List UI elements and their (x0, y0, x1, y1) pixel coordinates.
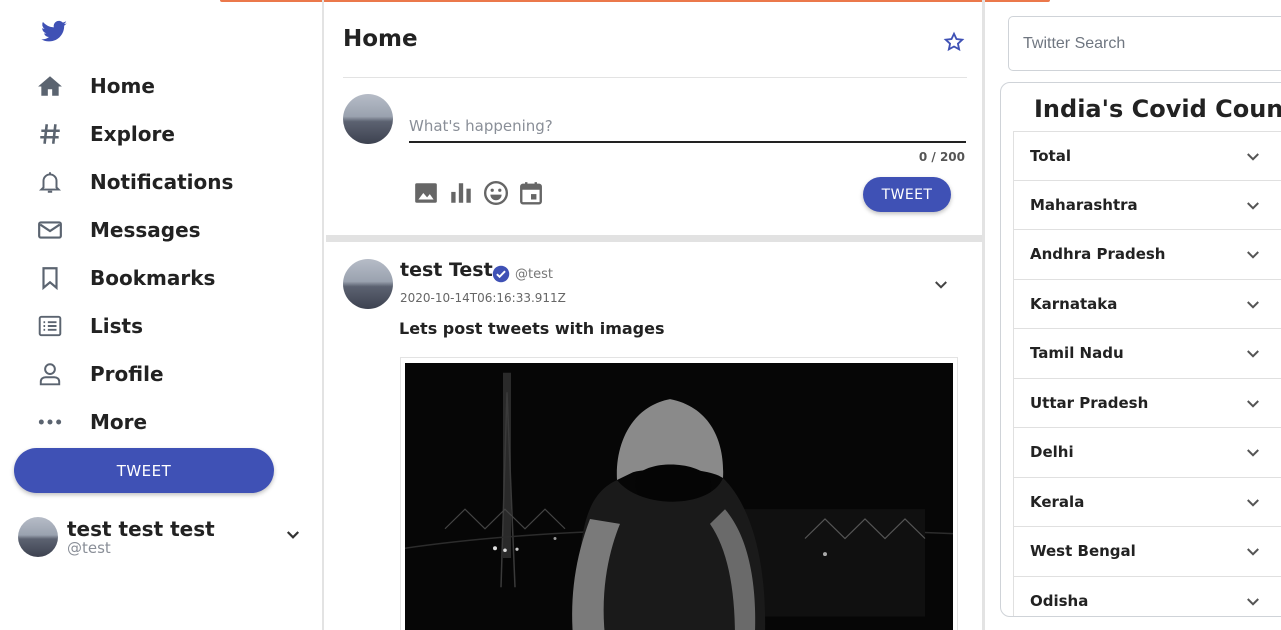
chevron-down-icon (1244, 148, 1262, 166)
feed-divider (326, 235, 982, 242)
bell-icon (36, 168, 64, 196)
tweet-author-name: test Test (400, 259, 493, 281)
calendar-icon[interactable] (517, 178, 544, 208)
bookmark-icon (36, 264, 64, 292)
main-nav: Home Explore Notifications Messages Book… (36, 62, 233, 446)
nav-item-more[interactable]: More (36, 398, 233, 446)
more-icon (36, 408, 64, 436)
home-feed: Home 0 / 200 TWEET test Test @test 2020-… (326, 0, 982, 630)
widget-title: India's Covid Count (1034, 95, 1281, 123)
profile-name: test test test (67, 517, 215, 541)
nav-label: Messages (90, 218, 201, 242)
list-icon (36, 312, 64, 340)
chevron-down-icon (1244, 593, 1262, 611)
nav-item-messages[interactable]: Messages (36, 206, 233, 254)
compose-tweet-button[interactable]: TWEET (863, 177, 951, 212)
hash-icon (36, 120, 64, 148)
tweet-author-handle: @test (515, 267, 553, 282)
twitter-bird-icon[interactable] (38, 18, 70, 46)
poll-icon[interactable] (447, 178, 474, 208)
compose-input[interactable] (409, 110, 966, 143)
char-counter: 0 / 200 (918, 150, 965, 164)
accordion-item-andhra-pradesh[interactable]: Andhra Pradesh (1013, 230, 1281, 280)
covid-accordion: Total Maharashtra Andhra Pradesh Karnata… (1013, 131, 1281, 616)
nav-item-lists[interactable]: Lists (36, 302, 233, 350)
chevron-down-icon (1244, 197, 1262, 215)
accordion-item-tamil-nadu[interactable]: Tamil Nadu (1013, 329, 1281, 379)
search-input[interactable] (1008, 16, 1281, 71)
nav-label: Notifications (90, 170, 234, 194)
home-icon (36, 72, 64, 100)
nav-label: Lists (90, 314, 143, 338)
accordion-item-uttar-pradesh[interactable]: Uttar Pradesh (1013, 378, 1281, 428)
nav-item-bookmarks[interactable]: Bookmarks (36, 254, 233, 302)
image-icon[interactable] (412, 178, 439, 208)
nav-label: Bookmarks (90, 266, 216, 290)
page-title: Home (343, 26, 418, 52)
avatar (18, 517, 58, 557)
profile-handle: @test (67, 539, 111, 557)
covid-widget: India's Covid Count Total Maharashtra An… (1000, 82, 1281, 617)
chevron-down-icon[interactable] (932, 276, 950, 294)
accordion-item-maharashtra[interactable]: Maharashtra (1013, 180, 1281, 230)
account-switcher[interactable]: test test test @test (18, 512, 318, 562)
chevron-down-icon (1244, 543, 1262, 561)
accordion-label: West Bengal (1030, 542, 1136, 561)
chevron-down-icon (1244, 296, 1262, 314)
accordion-item-karnataka[interactable]: Karnataka (1013, 279, 1281, 329)
accordion-label: Karnataka (1030, 294, 1118, 313)
nav-label: Profile (90, 362, 164, 386)
accordion-label: Odisha (1030, 591, 1089, 610)
chevron-down-icon[interactable] (284, 526, 302, 544)
accordion-item-delhi[interactable]: Delhi (1013, 428, 1281, 478)
nav-item-home[interactable]: Home (36, 62, 233, 110)
tweet-image[interactable] (400, 357, 958, 630)
person-icon (36, 360, 64, 388)
column-divider (982, 0, 985, 630)
accordion-label: Delhi (1030, 443, 1074, 462)
chevron-down-icon (1244, 494, 1262, 512)
star-icon[interactable] (943, 31, 965, 53)
tweet-timestamp: 2020-10-14T06:16:33.911Z (400, 291, 566, 305)
accordion-label: Uttar Pradesh (1030, 393, 1149, 412)
compose-toolbar (412, 178, 544, 208)
accordion-item-odisha[interactable]: Odisha (1013, 576, 1281, 616)
accordion-label: Kerala (1030, 492, 1085, 511)
nav-label: Home (90, 74, 155, 98)
hooded-figure-image (405, 363, 953, 630)
nav-label: Explore (90, 122, 175, 146)
tweet-text: Lets post tweets with images (399, 319, 665, 338)
accordion-label: Maharashtra (1030, 195, 1138, 214)
chevron-down-icon (1244, 345, 1262, 363)
verified-badge-icon (492, 265, 510, 283)
accordion-label: Andhra Pradesh (1030, 245, 1166, 264)
accordion-label: Tamil Nadu (1030, 344, 1124, 363)
emoji-icon[interactable] (482, 178, 509, 208)
chevron-down-icon (1244, 444, 1262, 462)
avatar (343, 259, 393, 309)
mail-icon (36, 216, 64, 244)
sidebar: Home Explore Notifications Messages Book… (0, 0, 324, 630)
nav-item-profile[interactable]: Profile (36, 350, 233, 398)
accordion-item-total[interactable]: Total (1013, 131, 1281, 181)
avatar (343, 94, 393, 144)
nav-label: More (90, 410, 148, 434)
sidebar-tweet-button[interactable]: TWEET (14, 448, 274, 493)
chevron-down-icon (1244, 395, 1262, 413)
accordion-item-kerala[interactable]: Kerala (1013, 477, 1281, 527)
accordion-label: Total (1030, 146, 1071, 165)
nav-item-notifications[interactable]: Notifications (36, 158, 233, 206)
feed-header: Home (343, 0, 967, 78)
accordion-item-west-bengal[interactable]: West Bengal (1013, 527, 1281, 577)
chevron-down-icon (1244, 246, 1262, 264)
nav-item-explore[interactable]: Explore (36, 110, 233, 158)
